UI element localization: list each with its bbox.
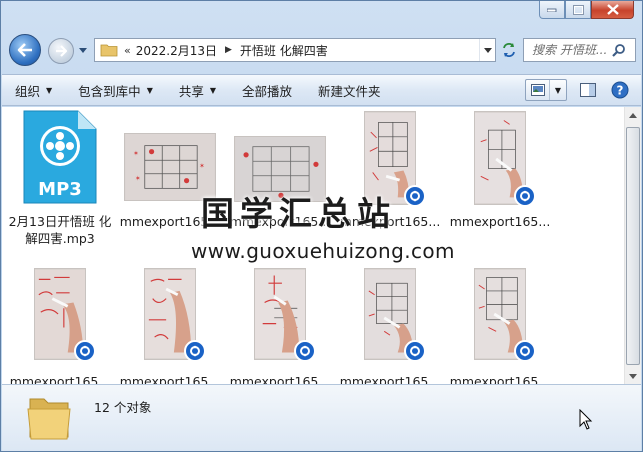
video-badge-icon	[74, 340, 96, 362]
help-button[interactable]: ?	[609, 79, 631, 101]
organize-label: 组织	[15, 83, 41, 99]
maximize-icon	[572, 4, 584, 15]
minimize-icon	[547, 8, 557, 12]
file-item[interactable]: mmexport165...	[6, 262, 114, 389]
video-badge-icon	[294, 340, 316, 362]
mp3-icon-label: MP3	[38, 179, 82, 200]
back-arrow-icon	[17, 43, 32, 57]
preview-pane-button[interactable]	[577, 79, 599, 101]
folder-icon	[27, 398, 71, 440]
mp3-file-icon: MP3	[23, 110, 97, 204]
file-item[interactable]: mmexport165...	[446, 262, 554, 389]
details-pane: 12 个对象	[2, 384, 641, 451]
address-dropdown[interactable]	[479, 39, 495, 61]
svg-text:?: ?	[617, 84, 624, 98]
scroll-down-icon[interactable]	[625, 368, 641, 384]
new-folder-button[interactable]: 新建文件夹	[305, 75, 394, 105]
video-badge-icon	[184, 340, 206, 362]
file-item[interactable]: mmexport165...	[336, 262, 444, 389]
refresh-button[interactable]	[498, 38, 520, 62]
search-box[interactable]	[523, 38, 636, 62]
play-all-label: 全部播放	[242, 83, 293, 99]
breadcrumb-separator-icon[interactable]: ▶	[225, 45, 232, 55]
view-icon[interactable]	[526, 80, 550, 100]
history-dropdown[interactable]	[78, 44, 88, 56]
svg-text:●: ●	[149, 147, 155, 155]
scroll-up-icon[interactable]	[625, 107, 641, 123]
navigation-bar: « 2022.2月13日 ▶ 开悟班 化解四害	[9, 33, 636, 67]
new-folder-label: 新建文件夹	[318, 83, 381, 99]
svg-text:●: ●	[184, 177, 190, 185]
chevron-down-icon: ▼	[209, 85, 217, 95]
help-icon: ?	[611, 81, 629, 99]
view-dropdown-chevron-icon[interactable]: ▼	[550, 86, 566, 95]
address-overflow-chevron[interactable]: «	[124, 44, 131, 57]
refresh-icon	[503, 43, 515, 57]
address-bar[interactable]: « 2022.2月13日 ▶ 开悟班 化解四害	[94, 38, 496, 62]
breadcrumb-segment[interactable]: 2022.2月13日	[136, 42, 217, 59]
organize-menu[interactable]: 组织 ▼	[2, 75, 65, 105]
chevron-down-icon: ▼	[146, 85, 153, 95]
forward-arrow-icon	[56, 45, 67, 57]
minimize-button[interactable]	[539, 1, 565, 19]
watermark-title: 国学汇总站	[201, 194, 396, 233]
object-count: 12 个对象	[94, 400, 152, 415]
share-menu[interactable]: 共享 ▼	[166, 75, 229, 105]
include-in-library-menu[interactable]: 包含到库中 ▼	[65, 75, 166, 105]
svg-text:✶: ✶	[133, 149, 139, 157]
chevron-down-icon	[483, 47, 492, 53]
search-icon[interactable]	[612, 43, 626, 57]
watermark-url: www.guoxuehuizong.com	[191, 239, 455, 263]
folder-icon	[100, 44, 118, 57]
preview-pane-icon	[580, 83, 596, 97]
close-button[interactable]	[591, 1, 634, 19]
file-name: 2月13日开悟班 化解四害.mp3	[8, 214, 112, 246]
file-name: mmexport165...	[449, 214, 551, 229]
video-badge-icon	[404, 340, 426, 362]
file-item[interactable]: mmexport165...	[116, 262, 224, 389]
svg-text:✶: ✶	[199, 162, 205, 170]
maximize-button[interactable]	[565, 1, 591, 19]
svg-text:✶: ✶	[135, 175, 141, 183]
mouse-cursor-icon	[579, 409, 593, 430]
svg-text:●: ●	[313, 160, 319, 168]
back-button[interactable]	[9, 34, 41, 66]
file-item[interactable]: mmexport165...	[446, 107, 554, 229]
video-badge-icon	[404, 185, 426, 207]
share-label: 共享	[178, 83, 204, 99]
play-all-button[interactable]: 全部播放	[229, 75, 305, 105]
chevron-down-icon	[79, 47, 87, 53]
caption-buttons	[539, 1, 634, 19]
include-in-library-label: 包含到库中	[78, 83, 141, 99]
forward-button[interactable]	[48, 38, 74, 64]
search-input[interactable]	[532, 43, 612, 57]
svg-text:●: ●	[243, 150, 249, 158]
file-item[interactable]: MP3 2月13日开悟班 化解四害.mp3	[6, 107, 114, 246]
chevron-down-icon: ▼	[46, 85, 53, 95]
breadcrumb-segment[interactable]: 开悟班 化解四害	[240, 42, 328, 59]
vertical-scrollbar[interactable]	[624, 107, 641, 384]
change-view-button[interactable]: ▼	[525, 79, 567, 101]
file-item[interactable]: mmexport165...	[226, 262, 334, 389]
command-bar: 组织 ▼ 包含到库中 ▼ 共享 ▼ 全部播放 新建文件夹 ▼ ?	[2, 74, 641, 106]
scrollbar-thumb[interactable]	[626, 127, 640, 365]
close-icon	[606, 4, 619, 15]
explorer-window: « 2022.2月13日 ▶ 开悟班 化解四害 搜索 开悟班... 组织 ▼ 包…	[0, 0, 643, 452]
video-badge-icon	[514, 185, 536, 207]
video-badge-icon	[514, 340, 536, 362]
